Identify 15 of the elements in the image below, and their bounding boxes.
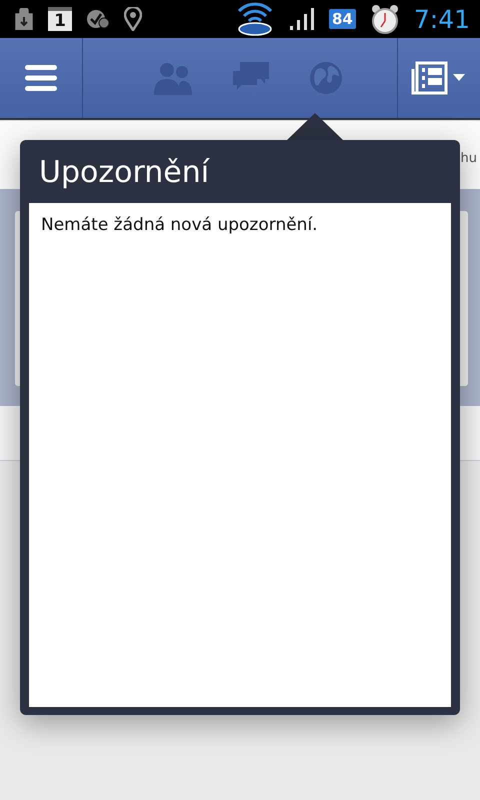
sync-icon: [86, 8, 110, 30]
location-icon: [124, 7, 142, 31]
popover-title: Upozornění: [38, 154, 211, 192]
calendar-icon: 1: [48, 7, 72, 31]
menu-icon[interactable]: [24, 64, 58, 92]
alarm-clock-icon: [370, 3, 400, 35]
signal-icon: [288, 7, 315, 31]
download-icon: [14, 8, 34, 30]
battery-level: 84: [328, 8, 356, 30]
news-feed-icon[interactable]: [411, 61, 467, 95]
clock-time: 7:41: [414, 6, 470, 32]
empty-message: Nemáte žádná nová upozornění.: [41, 215, 319, 235]
friends-icon[interactable]: [153, 61, 193, 95]
globe-icon[interactable]: [309, 61, 343, 95]
tab-label[interactable]: hu: [460, 151, 477, 167]
